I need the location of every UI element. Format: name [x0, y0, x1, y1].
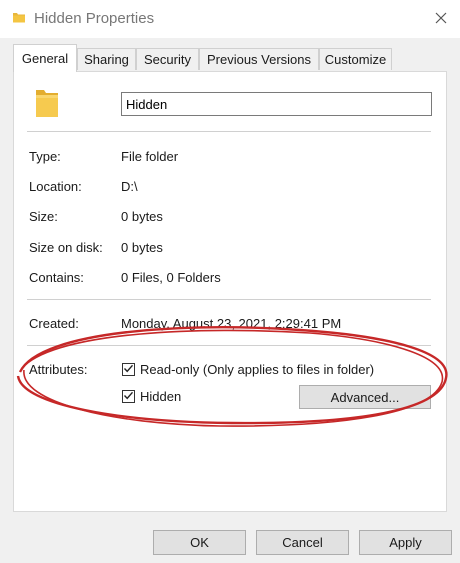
- apply-button[interactable]: Apply: [359, 530, 452, 555]
- readonly-checkbox[interactable]: [122, 363, 135, 376]
- size-on-disk-value: 0 bytes: [121, 240, 163, 255]
- folder-icon: [34, 86, 60, 123]
- location-value: D:\: [121, 179, 138, 194]
- separator: [27, 345, 431, 346]
- contains-label: Contains:: [29, 270, 84, 285]
- close-icon: [435, 12, 447, 27]
- window-title: Hidden Properties: [34, 10, 155, 27]
- separator: [27, 131, 431, 132]
- separator: [27, 299, 431, 300]
- tab-sharing[interactable]: Sharing: [77, 48, 136, 70]
- contains-value: 0 Files, 0 Folders: [121, 270, 221, 285]
- tab-previous-versions[interactable]: Previous Versions: [199, 48, 319, 70]
- folder-icon: [12, 10, 26, 27]
- checkmark-icon: [123, 362, 134, 377]
- readonly-label[interactable]: Read-only (Only applies to files in fold…: [140, 362, 374, 377]
- created-value: Monday, August 23, 2021, 2:29:41 PM: [121, 316, 342, 331]
- size-label: Size:: [29, 209, 58, 224]
- folder-name-field[interactable]: [121, 92, 432, 116]
- properties-dialog: Hidden Properties General Sharing Securi…: [0, 0, 460, 563]
- size-value: 0 bytes: [121, 209, 163, 224]
- advanced-button[interactable]: Advanced...: [299, 385, 431, 409]
- tab-customize[interactable]: Customize: [319, 48, 392, 70]
- size-on-disk-label: Size on disk:: [29, 240, 103, 255]
- title-bar: Hidden Properties: [0, 0, 460, 38]
- type-label: Type:: [29, 149, 61, 164]
- general-tab-panel: [13, 71, 447, 512]
- tab-general[interactable]: General: [13, 44, 77, 72]
- location-label: Location:: [29, 179, 82, 194]
- tab-security[interactable]: Security: [136, 48, 199, 70]
- close-button[interactable]: [426, 6, 456, 32]
- hidden-label[interactable]: Hidden: [140, 389, 181, 404]
- hidden-checkbox[interactable]: [122, 390, 135, 403]
- created-label: Created:: [29, 316, 79, 331]
- attributes-label: Attributes:: [29, 362, 88, 377]
- ok-button[interactable]: OK: [153, 530, 246, 555]
- cancel-button[interactable]: Cancel: [256, 530, 349, 555]
- checkmark-icon: [123, 389, 134, 404]
- type-value: File folder: [121, 149, 179, 164]
